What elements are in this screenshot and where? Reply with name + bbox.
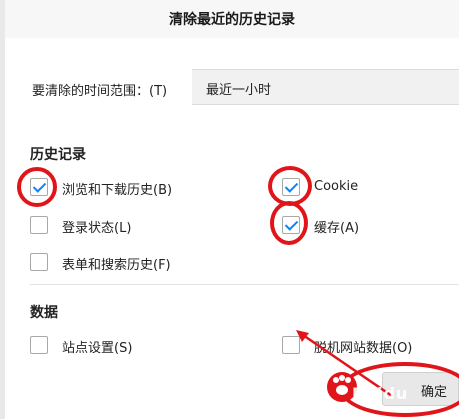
baidu-watermark-text: Baidu xyxy=(352,384,409,403)
annotation-arrow-icon xyxy=(296,330,393,398)
